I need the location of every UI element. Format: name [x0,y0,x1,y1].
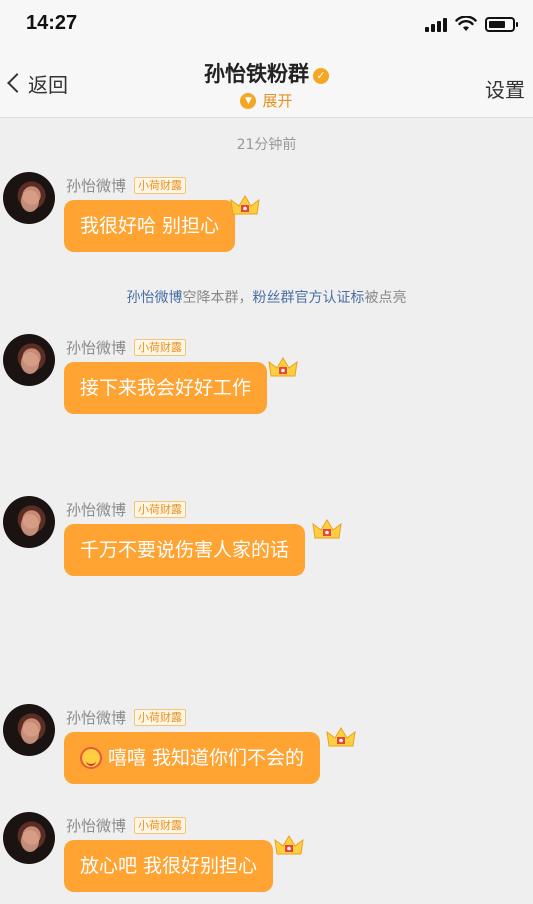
timestamp: 21分钟前 [236,137,297,153]
chat-message: 孙怡微博 小荷财露 我很好哈 别担心 [0,172,533,292]
bubble-inner: 嘻嘻 我知道你们不会的 [80,732,304,784]
message-text: 嘻嘻 我知道你们不会的 [108,747,305,769]
chat-message: 孙怡微博 小荷财露 接下来我会好好工作 [0,334,533,454]
expand-label: 展开 [262,92,293,110]
message-bubble[interactable]: 我很好哈 别担心 [64,200,236,252]
sender-tag: 小荷财露 [134,709,187,726]
message-text: 我很好哈 别担心 [80,215,220,237]
sender-line: 孙怡微博 小荷财露 [66,337,187,358]
avatar[interactable] [3,704,55,756]
message-bubble[interactable]: 放心吧 我很好别担心 [64,840,274,892]
wifi-icon [455,16,477,31]
crown-icon [230,195,260,215]
status-bar: 14:27 [0,0,533,48]
avatar[interactable] [3,172,55,224]
expand-button[interactable]: ▼ 展开 [0,90,533,111]
crown-icon [274,835,304,855]
nav-title-wrap: 孙怡铁粉群 ✓ [0,58,533,88]
sender-name: 孙怡微博 [66,709,127,727]
chat-message: 孙怡微博 小荷财露 嘻嘻 我知道你们不会的 [0,704,533,824]
message-text: 千万不要说伤害人家的话 [80,539,290,561]
chat-message: 孙怡微博 小荷财露 放心吧 我很好别担心 [0,812,533,904]
notice-text-end: 被点亮 [364,290,407,306]
chevron-down-icon: ▼ [240,92,257,109]
sender-tag: 小荷财露 [134,817,187,834]
sender-tag: 小荷财露 [134,339,187,356]
sender-tag: 小荷财露 [134,501,187,518]
battery-icon [485,16,518,32]
avatar[interactable] [3,812,55,864]
sender-name: 孙怡微博 [66,501,127,519]
message-text: 放心吧 我很好别担心 [80,855,258,877]
notice-user-link[interactable]: 孙怡微博 [127,290,183,306]
nav-bar: 返回 孙怡铁粉群 ✓ ▼ 展开 设置 [0,48,533,118]
page-title: 孙怡铁粉群 [204,62,309,86]
status-time: 14:27 [26,12,78,34]
status-icons [425,14,518,34]
sender-line: 孙怡微博 小荷财露 [66,175,187,196]
sender-line: 孙怡微博 小荷财露 [66,815,187,836]
message-bubble[interactable]: 嘻嘻 我知道你们不会的 [64,732,321,784]
sender-line: 孙怡微博 小荷财露 [66,707,187,728]
sender-tag: 小荷财露 [134,177,187,194]
message-bubble[interactable]: 千万不要说伤害人家的话 [64,524,306,576]
notice-badge-link[interactable]: 粉丝群官方认证标 [253,290,365,306]
sender-name: 孙怡微博 [66,817,127,835]
cellular-signal-icon [425,16,447,32]
avatar[interactable] [3,334,55,386]
message-text: 接下来我会好好工作 [80,377,252,399]
avatar[interactable] [3,496,55,548]
crown-icon [312,519,342,539]
notice-text: 空降本群， [182,290,253,306]
sender-name: 孙怡微博 [66,177,127,195]
settings-button[interactable]: 设置 [485,74,525,103]
crown-icon [326,727,356,747]
verified-badge-icon: ✓ [313,68,329,84]
crown-icon [268,357,298,377]
message-bubble[interactable]: 接下来我会好好工作 [64,362,268,414]
sender-name: 孙怡微博 [66,339,127,357]
smiling-face-with-hearts-icon [80,747,102,769]
chat-message: 孙怡微博 小荷财露 千万不要说伤害人家的话 [0,496,533,616]
system-notice: 孙怡微博空降本群，粉丝群官方认证标被点亮 [0,287,533,307]
sender-line: 孙怡微博 小荷财露 [66,499,187,520]
